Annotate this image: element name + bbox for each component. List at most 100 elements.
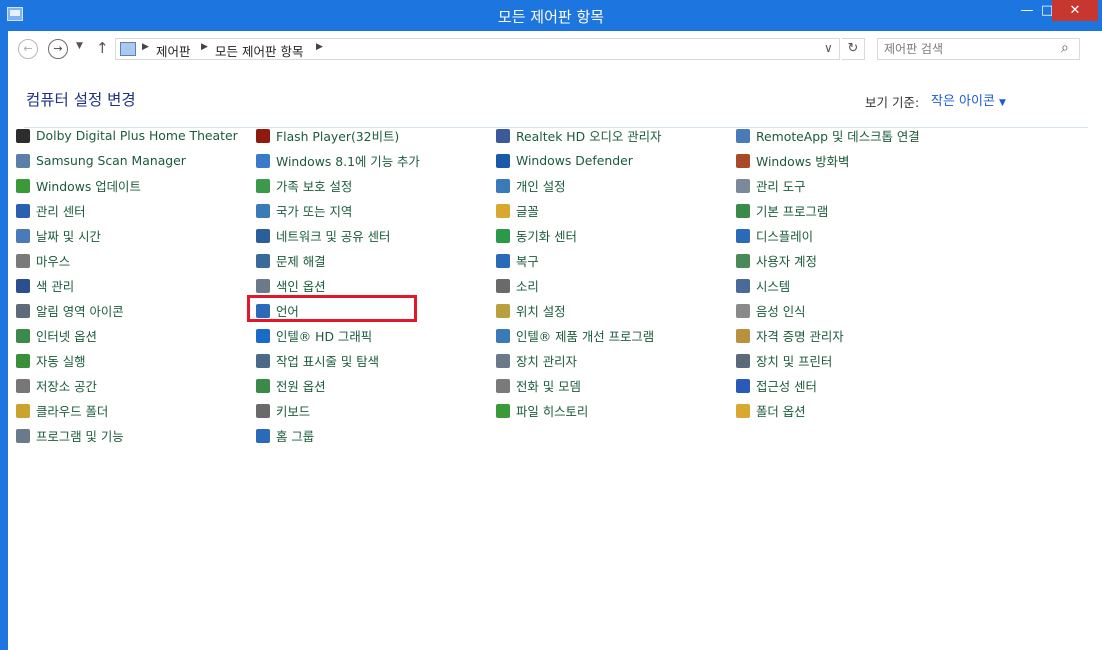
maximize-button[interactable]: □ [1041,0,1053,21]
control-panel-item[interactable]: 관리 센터 [16,198,238,223]
item-label: 폴더 옵션 [756,403,806,419]
view-by-dropdown[interactable]: 작은 아이콘 ▼ [931,90,1006,109]
control-panel-item[interactable]: 국가 또는 지역 [256,198,420,223]
control-panel-item[interactable]: 위치 설정 [496,298,661,323]
view-by-value[interactable]: 작은 아이콘 [931,94,995,109]
control-panel-item[interactable]: Realtek HD 오디오 관리자 [496,123,661,148]
control-panel-item[interactable]: RemoteApp 및 데스크톱 연결 [736,123,920,148]
control-panel-item[interactable]: 색 관리 [16,273,238,298]
speech-recognition-icon [736,303,750,318]
control-panel-item[interactable]: 작업 표시줄 및 탐색 [256,348,420,373]
control-panel-item[interactable]: Windows 8.1에 기능 추가 [256,148,420,173]
control-panel-item[interactable]: 자동 실행 [16,348,238,373]
phone-modem-icon [496,378,510,393]
location-icon [496,303,510,318]
control-panel-item[interactable]: 기본 프로그램 [736,198,920,223]
address-dropdown-icon[interactable]: ∨ [824,41,833,55]
item-label: Realtek HD 오디오 관리자 [516,128,662,144]
search-icon[interactable]: ⌕ [1061,40,1069,56]
control-panel-item[interactable]: 마우스 [16,248,238,273]
item-label: 관리 도구 [756,178,806,194]
item-label: 국가 또는 지역 [276,203,353,219]
control-panel-item[interactable]: 전원 옵션 [256,373,420,398]
add-features-icon [256,153,270,168]
up-button[interactable]: ↑ [96,39,109,57]
remoteapp-icon [736,128,750,143]
folder-options-icon [736,403,750,418]
credential-manager-icon [736,328,750,343]
item-label: 복구 [516,253,539,269]
item-label: 문제 해결 [276,253,326,269]
control-panel-item[interactable]: Flash Player(32비트) [256,123,420,148]
breadcrumb-separator-icon[interactable]: ▶ [142,42,149,52]
control-panel-item[interactable]: 네트워크 및 공유 센터 [256,223,420,248]
programs-features-icon [16,428,30,443]
item-label: 디스플레이 [756,228,813,244]
control-panel-item[interactable]: 개인 설정 [496,173,661,198]
control-panel-item[interactable]: Windows 방화벽 [736,148,920,173]
item-label: 날짜 및 시간 [36,228,101,244]
control-panel-item[interactable]: 키보드 [256,398,420,423]
control-panel-item[interactable]: 폴더 옵션 [736,398,920,423]
flag-icon [16,203,30,218]
control-panel-item[interactable]: Windows 업데이트 [16,173,238,198]
windows-update-icon [16,178,30,193]
notification-area-icon [16,303,30,318]
control-panel-item[interactable]: 파일 히스토리 [496,398,661,423]
breadcrumb-separator-icon[interactable]: ▶ [201,42,208,52]
control-panel-item[interactable]: 글꼴 [496,198,661,223]
item-label: 음성 인식 [756,303,806,319]
control-panel-item[interactable]: 소리 [496,273,661,298]
control-panel-item[interactable]: 동기화 센터 [496,223,661,248]
control-panel-item[interactable]: 가족 보호 설정 [256,173,420,198]
control-panel-item[interactable]: 프로그램 및 기능 [16,423,238,448]
items-column-4: RemoteApp 및 데스크톱 연결 Windows 방화벽관리 도구기본 프로… [736,123,920,423]
forward-button[interactable]: → [48,39,68,59]
dolby-icon [16,128,30,143]
search-input[interactable] [884,41,1054,57]
control-panel-item[interactable]: 인텔® 제품 개선 프로그램 [496,323,661,348]
search-box[interactable]: ⌕ [877,38,1080,60]
control-panel-item[interactable]: Dolby Digital Plus Home Theater [16,123,238,148]
breadcrumb-control-panel[interactable]: 제어판 [156,41,191,60]
back-button[interactable]: ← [18,39,38,59]
control-panel-item[interactable]: 날짜 및 시간 [16,223,238,248]
close-button[interactable]: ✕ [1052,0,1098,21]
item-label: 키보드 [276,403,311,419]
breadcrumb-separator-icon[interactable]: ▶ [316,42,323,52]
item-label: 자격 증명 관리자 [756,328,844,344]
control-panel-item[interactable]: 자격 증명 관리자 [736,323,920,348]
control-panel-item[interactable]: 알림 영역 아이콘 [16,298,238,323]
item-label: 프로그램 및 기능 [36,428,124,444]
control-panel-item[interactable]: 클라우드 폴더 [16,398,238,423]
control-panel-item[interactable]: 복구 [496,248,661,273]
network-icon [256,228,270,243]
control-panel-item[interactable]: 인터넷 옵션 [16,323,238,348]
breadcrumb-all-items[interactable]: 모든 제어판 항목 [215,41,303,60]
control-panel-item[interactable]: 접근성 센터 [736,373,920,398]
control-panel-item[interactable]: 전화 및 모뎀 [496,373,661,398]
sync-center-icon [496,228,510,243]
storage-spaces-icon [16,378,30,393]
recent-locations-button[interactable]: ▼ [76,41,83,51]
refresh-button[interactable]: ↻ [842,38,865,60]
control-panel-item[interactable]: 저장소 공간 [16,373,238,398]
control-panel-item[interactable]: 시스템 [736,273,920,298]
control-panel-item[interactable]: 디스플레이 [736,223,920,248]
control-panel-item[interactable]: 장치 및 프린터 [736,348,920,373]
minimize-button[interactable]: — [1013,0,1041,21]
control-panel-item[interactable]: 장치 관리자 [496,348,661,373]
control-panel-item[interactable]: 음성 인식 [736,298,920,323]
control-panel-item[interactable]: Samsung Scan Manager [16,148,238,173]
address-bar[interactable]: ▶ 제어판 ▶ 모든 제어판 항목 ▶ ∨ [115,38,840,60]
control-panel-item[interactable]: 홈 그룹 [256,423,420,448]
control-panel-item[interactable]: 사용자 계정 [736,248,920,273]
chevron-down-icon[interactable]: ▼ [999,98,1006,108]
item-label: 파일 히스토리 [516,403,589,419]
navigation-bar: ← → ▼ ↑ ▶ 제어판 ▶ 모든 제어판 항목 ▶ ∨ ↻ ⌕ [8,31,1102,67]
control-panel-item[interactable]: Windows Defender [496,148,661,173]
item-label: 접근성 센터 [756,378,817,394]
control-panel-item[interactable]: 인텔® HD 그래픽 [256,323,420,348]
control-panel-item[interactable]: 문제 해결 [256,248,420,273]
control-panel-item[interactable]: 관리 도구 [736,173,920,198]
